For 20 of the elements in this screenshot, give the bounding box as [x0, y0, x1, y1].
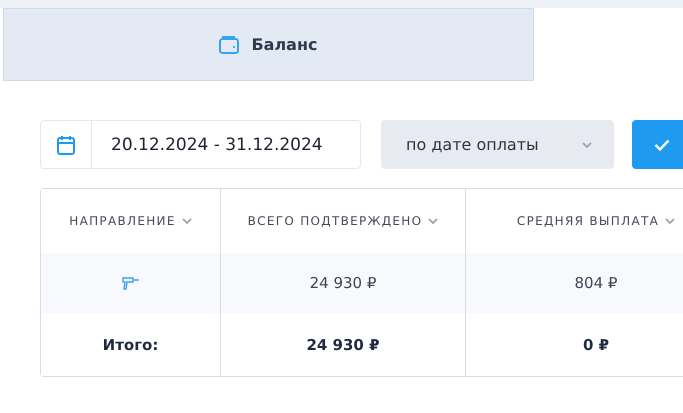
column-header[interactable]: СРЕДНЯЯ ВЫПЛАТА [516, 214, 660, 228]
table-cell: Итого: [102, 336, 158, 354]
date-mode-dropdown[interactable]: по дате оплаты [381, 120, 614, 169]
calendar-icon [57, 134, 75, 154]
column-header[interactable]: НАПРАВЛЕНИЕ [69, 214, 176, 228]
wallet-icon [219, 36, 240, 54]
chevron-down-icon [665, 218, 676, 224]
table-cell: 24 930 ₽ [310, 274, 376, 292]
table-cell: 24 930 ₽ [306, 336, 380, 354]
chevron-down-icon [582, 142, 592, 148]
table-cell: 0 ₽ [582, 336, 610, 354]
balance-tab[interactable]: Баланс [3, 8, 534, 81]
chevron-down-icon [182, 218, 192, 224]
column-header[interactable]: ВСЕГО ПОДТВЕРЖДЕНО [248, 214, 422, 228]
apply-button[interactable] [632, 120, 683, 169]
drill-icon [122, 276, 140, 290]
date-range-field[interactable]: 20.12.2024 - 31.12.2024 [40, 120, 361, 169]
check-icon [654, 138, 670, 150]
chevron-down-icon [428, 218, 438, 224]
table-cell: 804 ₽ [574, 274, 618, 292]
